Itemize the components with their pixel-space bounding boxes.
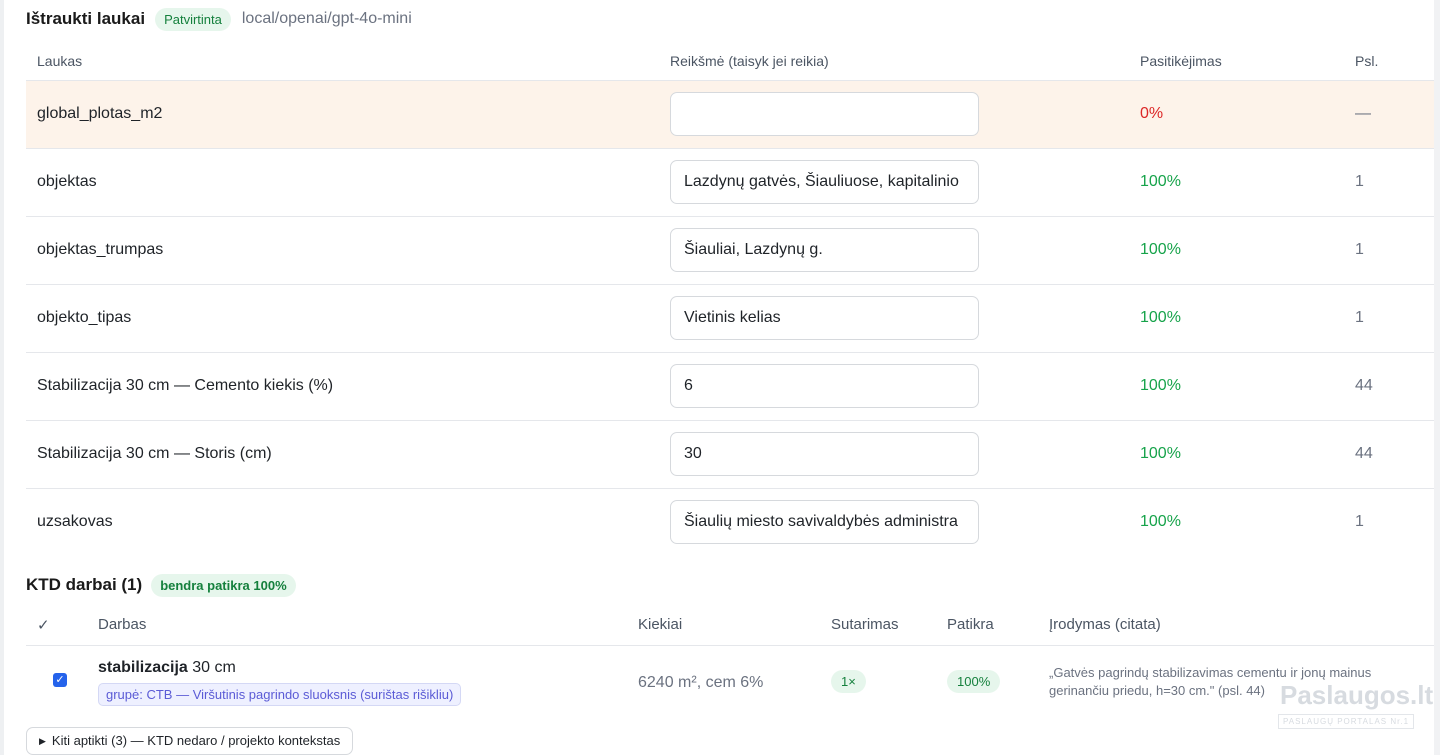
col-work: Darbas	[98, 616, 147, 633]
page-number: —	[1355, 105, 1371, 122]
work-title: stabilizacija 30 cm	[98, 659, 236, 677]
agreement-badge: 1×	[831, 670, 866, 693]
fields-table-header: Laukas Reikšmė (taisyk jei reikia) Pasit…	[26, 42, 1434, 81]
confidence-value: 100%	[1140, 241, 1181, 258]
work-checkbox[interactable]: ✓	[53, 673, 67, 687]
status-badge: Patvirtinta	[155, 7, 231, 31]
watermark-subtext: PASLAUGŲ PORTALAS Nr.1	[1278, 714, 1415, 729]
field-name: objektas_trumpas	[37, 241, 164, 258]
col-field: Laukas	[37, 53, 83, 69]
work-name: stabilizacija	[98, 659, 188, 676]
confidence-value: 100%	[1140, 513, 1181, 530]
check-score-badge: 100%	[947, 670, 1001, 693]
confidence-value: 100%	[1140, 309, 1181, 326]
field-value-input[interactable]: Šiaulių miesto savivaldybės administra	[670, 500, 979, 544]
watermark-logo: Paslaugos.lt PASLAUGŲ PORTALAS Nr.1	[1276, 680, 1433, 732]
field-value-input[interactable]: Šiauliai, Lazdynų g.	[670, 228, 979, 272]
table-row: objektas_trumpas Šiauliai, Lazdynų g. 10…	[26, 217, 1434, 285]
col-evidence: Įrodymas (citata)	[1049, 616, 1161, 633]
table-row: Stabilizacija 30 cm — Storis (cm) 30 100…	[26, 421, 1434, 489]
col-confidence: Pasitikėjimas	[1140, 53, 1222, 69]
group-tag: grupė: CTB — Viršutinis pagrindo sluoksn…	[98, 683, 462, 706]
table-row: global_plotas_m2 0% —	[26, 81, 1434, 149]
col-quantities: Kiekiai	[638, 616, 683, 633]
field-value-input[interactable]: 30	[670, 432, 979, 476]
triangle-right-icon: ▶	[39, 736, 46, 746]
left-border	[0, 0, 4, 755]
field-name: global_plotas_m2	[37, 105, 163, 122]
other-detected-label: Kiti aptikti (3) — KTD nedaro / projekto…	[51, 733, 341, 748]
table-row: Stabilizacija 30 cm — Cemento kiekis (%)…	[26, 353, 1434, 421]
confidence-value: 100%	[1140, 377, 1181, 394]
ktd-work-row: ✓ stabilizacija 30 cm grupė: CTB — Viršu…	[26, 646, 1434, 720]
page-number: 1	[1355, 241, 1364, 258]
col-page: Psl.	[1355, 53, 1379, 69]
col-agreement: Sutarimas	[831, 616, 899, 633]
page-number: 1	[1355, 309, 1364, 326]
field-value-input[interactable]	[670, 92, 979, 136]
ktd-title: KTD darbai (1)	[26, 575, 143, 594]
col-check: ✓	[37, 617, 50, 634]
table-row: uzsakovas Šiaulių miesto savivaldybės ad…	[26, 489, 1434, 556]
table-row: objekto_tipas Vietinis kelias 100% 1	[26, 285, 1434, 353]
confidence-value: 100%	[1140, 173, 1181, 190]
col-check-score: Patikra	[947, 616, 994, 633]
ktd-works-header: KTD darbai (1) bendra patikra 100%	[26, 572, 296, 598]
extracted-fields-header: Ištraukti laukai Patvirtinta local/opena…	[26, 6, 412, 32]
confidence-value: 0%	[1140, 105, 1164, 122]
model-name: local/openai/gpt-4o-mini	[241, 10, 412, 27]
other-detected-toggle[interactable]: ▶ Kiti aptikti (3) — KTD nedaro / projekt…	[26, 727, 354, 755]
field-name: objektas	[37, 173, 97, 190]
field-name: Stabilizacija 30 cm — Storis (cm)	[37, 445, 272, 462]
field-value-input[interactable]: Lazdynų gatvės, Šiauliuose, kapitalinio	[670, 160, 979, 204]
page-number: 44	[1355, 377, 1373, 394]
field-name: Stabilizacija 30 cm — Cemento kiekis (%)	[37, 377, 334, 394]
table-row: objektas Lazdynų gatvės, Šiauliuose, kap…	[26, 149, 1434, 217]
quantities-value: 6240 m², cem 6%	[638, 674, 764, 691]
ktd-table-header: ✓ Darbas Kiekiai Sutarimas Patikra Įrody…	[26, 606, 1434, 646]
page-number: 44	[1355, 445, 1373, 462]
page-number: 1	[1355, 513, 1364, 530]
page-number: 1	[1355, 173, 1364, 190]
watermark-text: Paslaugos.lt	[1280, 680, 1434, 710]
field-value-input[interactable]: Vietinis kelias	[670, 296, 979, 340]
field-name: objekto_tipas	[37, 309, 132, 326]
col-value: Reikšmė (taisyk jei reikia)	[670, 53, 829, 69]
confidence-value: 100%	[1140, 445, 1181, 462]
right-scroll-edge	[1434, 0, 1440, 755]
work-detail: 30 cm	[187, 659, 236, 676]
field-value-input[interactable]: 6	[670, 364, 979, 408]
section-title: Ištraukti laukai	[26, 9, 146, 28]
field-name: uzsakovas	[37, 513, 113, 530]
overall-check-badge: bendra patikra 100%	[151, 573, 296, 597]
